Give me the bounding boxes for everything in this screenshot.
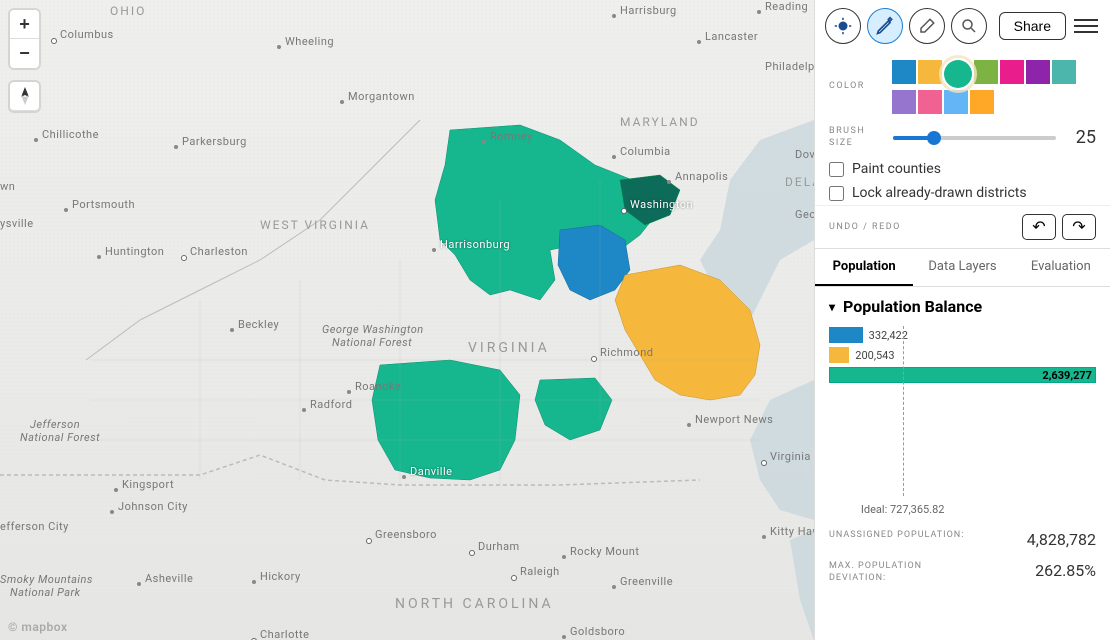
map-city-dot — [697, 40, 701, 44]
map-city-dot — [51, 38, 57, 44]
map-city-dot — [137, 582, 141, 586]
brush-size-value: 25 — [1066, 127, 1096, 148]
color-section: COLOR — [815, 52, 1110, 122]
lock-districts-row[interactable]: Lock already-drawn districts — [815, 181, 1110, 205]
population-bar-row: 2,639,277 — [829, 366, 1096, 384]
map-city-dot — [181, 255, 187, 261]
mapbox-attribution: © mapbox — [8, 620, 68, 634]
map-city-dot — [482, 140, 486, 144]
zoom-in-button[interactable]: + — [10, 10, 39, 39]
color-swatch[interactable] — [944, 90, 968, 114]
map-city-dot — [621, 208, 627, 214]
undo-button[interactable]: ↶ — [1022, 214, 1056, 240]
population-bar-value: 200,543 — [855, 349, 894, 362]
population-panel: Population Balance 332,422 200,543 2,639,2… — [815, 287, 1110, 640]
population-bar-row: 332,422 — [829, 326, 1096, 344]
inspect-tool-button[interactable] — [951, 8, 987, 44]
map-city-dot — [667, 180, 671, 184]
population-bar — [829, 347, 849, 363]
map-city-dot — [402, 475, 406, 479]
color-swatch[interactable] — [974, 60, 998, 84]
unassigned-label: UNASSIGNED POPULATION: — [829, 530, 964, 542]
color-swatch[interactable] — [918, 90, 942, 114]
population-bar-value: 2,639,277 — [1042, 369, 1092, 382]
map-city-dot — [469, 550, 475, 556]
deviation-label: MAX. POPULATION DEVIATION: — [829, 561, 969, 584]
color-swatches — [892, 60, 1096, 114]
map-city-dot — [562, 635, 566, 639]
map-city-dot — [97, 255, 101, 259]
map-city-dot — [757, 10, 761, 14]
map-city-dot — [34, 138, 38, 142]
toolbar: Share — [815, 0, 1110, 52]
brush-size-label: BRUSH SIZE — [829, 126, 883, 149]
paint-counties-row[interactable]: Paint counties — [815, 157, 1110, 181]
population-bar — [829, 327, 863, 343]
brush-size-slider[interactable] — [893, 136, 1056, 140]
map-city-dot — [511, 575, 517, 581]
zoom-out-button[interactable]: − — [10, 39, 39, 68]
ideal-line — [903, 326, 904, 496]
map-city-dot — [687, 423, 691, 427]
pan-tool-button[interactable] — [825, 8, 861, 44]
color-swatch[interactable] — [1000, 60, 1024, 84]
map-view[interactable]: OHIOWEST VIRGINIAMARYLANDVIRGINIANORTH C… — [0, 0, 814, 640]
lock-districts-label: Lock already-drawn districts — [852, 185, 1027, 201]
menu-button[interactable] — [1072, 12, 1100, 40]
undo-redo-label: UNDO / REDO — [829, 222, 901, 234]
undo-redo-row: UNDO / REDO ↶ ↷ — [815, 205, 1110, 248]
compass-control — [10, 82, 39, 111]
erase-tool-button[interactable] — [909, 8, 945, 44]
unassigned-value: 4,828,782 — [1027, 530, 1096, 549]
population-balance-header[interactable]: Population Balance — [829, 297, 1096, 316]
map-city-dot — [591, 356, 597, 362]
map-city-dot — [174, 145, 178, 149]
tab-data-layers[interactable]: Data Layers — [913, 249, 1011, 286]
color-swatch[interactable] — [918, 60, 942, 84]
share-button[interactable]: Share — [999, 12, 1066, 40]
map-city-dot — [110, 510, 114, 514]
district-shapes — [0, 0, 814, 640]
map-city-dot — [340, 100, 344, 104]
map-city-dot — [562, 555, 566, 559]
color-swatch[interactable] — [944, 60, 972, 88]
map-city-dot — [612, 155, 616, 159]
color-swatch[interactable] — [1026, 60, 1050, 84]
map-city-dot — [114, 488, 118, 492]
map-city-dot — [277, 45, 281, 49]
sidebar-panel: Share COLOR BRUSH SIZE 25 Paint counties… — [814, 0, 1110, 640]
compass-button[interactable] — [10, 82, 39, 111]
map-city-dot — [366, 538, 372, 544]
map-city-dot — [252, 580, 256, 584]
map-city-dot — [64, 208, 68, 212]
tab-population[interactable]: Population — [815, 249, 913, 286]
zoom-controls: + − — [10, 10, 39, 68]
map-city-dot — [612, 585, 616, 589]
map-city-dot — [230, 328, 234, 332]
paint-counties-checkbox[interactable] — [829, 162, 844, 177]
map-city-dot — [612, 14, 616, 18]
map-city-dot — [432, 248, 436, 252]
tab-bar: Population Data Layers Evaluation — [815, 248, 1110, 287]
map-city-dot — [761, 460, 767, 466]
map-city-dot — [302, 408, 306, 412]
deviation-value: 262.85% — [1035, 561, 1096, 580]
color-swatch[interactable] — [892, 90, 916, 114]
population-bar-chart: 332,422 200,543 2,639,277 Ideal: 727,365.82 — [829, 326, 1096, 516]
lock-districts-checkbox[interactable] — [829, 186, 844, 201]
ideal-label: Ideal: 727,365.82 — [861, 503, 945, 516]
tab-evaluation[interactable]: Evaluation — [1012, 249, 1110, 286]
map-city-dot — [347, 390, 351, 394]
brush-size-row: BRUSH SIZE 25 — [815, 122, 1110, 157]
map-city-dot — [762, 535, 766, 539]
color-swatch[interactable] — [1052, 60, 1076, 84]
redo-button[interactable]: ↷ — [1062, 214, 1096, 240]
color-label: COLOR — [829, 81, 882, 93]
population-bar-row: 200,543 — [829, 346, 1096, 364]
paint-tool-button[interactable] — [867, 8, 903, 44]
paint-counties-label: Paint counties — [852, 161, 941, 177]
color-swatch[interactable] — [970, 90, 994, 114]
color-swatch[interactable] — [892, 60, 916, 84]
